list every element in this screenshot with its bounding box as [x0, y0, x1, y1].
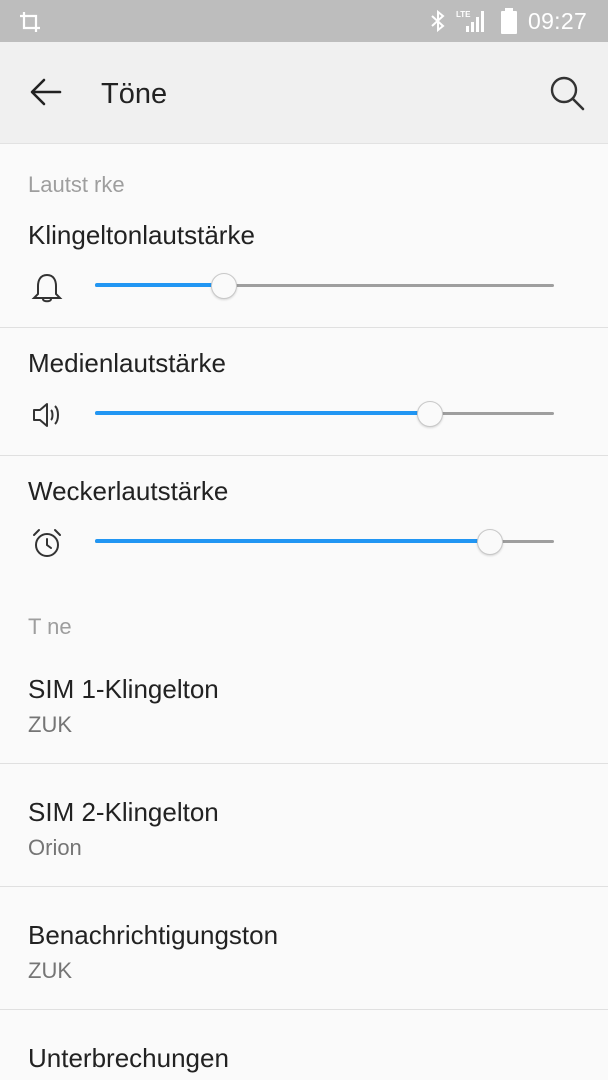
list-item-title: Benachrichtigungston: [28, 920, 279, 950]
media-volume-row: Medienlautstärke: [0, 344, 608, 454]
search-icon[interactable]: [548, 74, 586, 112]
list-item-notification-tone[interactable]: Benachrichtigungston ZUK: [0, 920, 608, 990]
arrow-left-icon[interactable]: [28, 76, 64, 108]
lte-signal-icon: LTE: [456, 10, 484, 32]
battery-icon: [501, 8, 517, 34]
svg-text:LTE: LTE: [456, 10, 471, 19]
list-item-title: Unterbrechungen: [28, 1043, 229, 1073]
divider: [0, 763, 608, 764]
slider-thumb[interactable]: [476, 529, 503, 555]
divider: [0, 1009, 608, 1010]
ringtone-volume-label: Klingeltonlautstärke: [28, 220, 255, 250]
alarm-volume-label: Weckerlautstärke: [28, 476, 229, 506]
bell-icon: [31, 273, 63, 303]
slider-thumb[interactable]: [210, 273, 237, 299]
list-item-title: SIM 2-Klingelton: [28, 797, 219, 827]
app-bar: Töne: [0, 42, 608, 144]
list-item-subtitle: ZUK: [28, 958, 72, 983]
list-item-sim1-ringtone[interactable]: SIM 1-Klingelton ZUK: [0, 674, 608, 744]
ringtone-volume-row: Klingeltonlautstärke: [0, 216, 608, 326]
list-item-title: SIM 1-Klingelton: [28, 674, 219, 704]
slider-thumb[interactable]: [417, 401, 444, 427]
slider-fill: [95, 539, 490, 543]
tones-section-header: T ne: [28, 614, 72, 639]
divider: [0, 886, 608, 887]
ringtone-volume-slider[interactable]: [95, 271, 554, 301]
volume-section-header: Lautst rke: [28, 172, 125, 197]
status-bar: LTE 09:27: [0, 0, 608, 42]
divider: [0, 327, 608, 328]
list-item-sim2-ringtone[interactable]: SIM 2-Klingelton Orion: [0, 797, 608, 867]
alarm-clock-icon: [33, 529, 61, 557]
bluetooth-icon: [431, 9, 445, 33]
media-volume-slider[interactable]: [95, 399, 554, 429]
alarm-volume-slider[interactable]: [95, 527, 554, 557]
speaker-icon: [33, 403, 59, 427]
media-volume-label: Medienlautstärke: [28, 348, 226, 378]
list-item-subtitle: Orion: [28, 835, 82, 860]
divider: [0, 455, 608, 456]
crop-icon: [20, 12, 40, 32]
slider-fill: [95, 283, 224, 287]
slider-fill: [95, 411, 431, 415]
status-time: 09:27: [528, 8, 588, 34]
list-item-subtitle: ZUK: [28, 712, 72, 737]
list-item-interruptions[interactable]: Unterbrechungen: [0, 1043, 608, 1080]
page-title: Töne: [101, 78, 168, 110]
alarm-volume-row: Weckerlautstärke: [0, 472, 608, 582]
